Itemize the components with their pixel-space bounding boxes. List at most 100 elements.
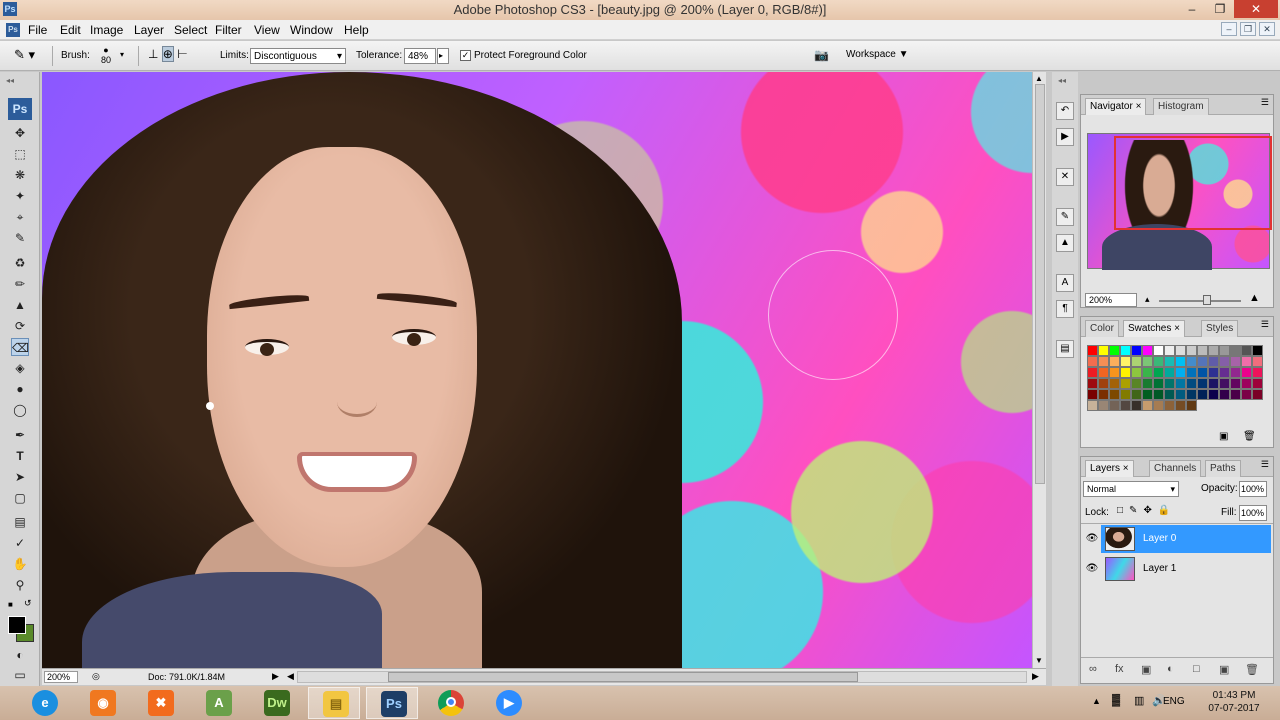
- brush-dropdown-arrow-icon[interactable]: ▾: [120, 50, 124, 59]
- swatch[interactable]: [1219, 389, 1230, 400]
- swatch[interactable]: [1230, 356, 1241, 367]
- canvas-horizontal-scrollbar[interactable]: [297, 671, 1027, 683]
- eye-icon[interactable]: 👁: [1085, 533, 1099, 545]
- swatch[interactable]: [1241, 389, 1252, 400]
- history-brush-tool-icon[interactable]: ⟳: [11, 317, 29, 335]
- taskbar-dreamweaver[interactable]: Dw: [250, 687, 302, 719]
- swatch[interactable]: [1208, 345, 1219, 356]
- swatch[interactable]: [1098, 356, 1109, 367]
- swatch[interactable]: [1153, 400, 1164, 411]
- swatch[interactable]: [1087, 356, 1098, 367]
- tab-channels[interactable]: Channels: [1149, 460, 1202, 477]
- menu-view[interactable]: View: [254, 23, 280, 37]
- taskbar-camera-app[interactable]: ◉: [76, 687, 128, 719]
- type-tool-icon[interactable]: T: [11, 447, 29, 465]
- swatch[interactable]: [1252, 345, 1263, 356]
- swap-colors-icon[interactable]: ↺: [24, 598, 32, 609]
- pen-tool-icon[interactable]: ✒: [11, 426, 29, 444]
- zoom-field[interactable]: 200%: [44, 671, 78, 683]
- swatch[interactable]: [1153, 356, 1164, 367]
- swatch[interactable]: [1109, 345, 1120, 356]
- swatch[interactable]: [1087, 400, 1098, 411]
- swatch[interactable]: [1175, 378, 1186, 389]
- language-indicator[interactable]: ENG: [1163, 696, 1185, 707]
- delete-swatch-icon[interactable]: 🗑: [1243, 431, 1256, 442]
- hscroll-thumb[interactable]: [388, 672, 858, 682]
- swatch[interactable]: [1175, 345, 1186, 356]
- taskbar-chrome[interactable]: [424, 687, 476, 719]
- swatch[interactable]: [1153, 367, 1164, 378]
- hand-tool-icon[interactable]: ✋: [11, 555, 29, 573]
- close-icon[interactable]: ×: [1123, 463, 1129, 474]
- healing-brush-tool-icon[interactable]: ♻: [11, 254, 29, 272]
- brushes-panel-icon[interactable]: ✎: [1056, 208, 1074, 226]
- history-panel-icon[interactable]: ↶: [1056, 102, 1074, 120]
- layer-row-0[interactable]: Layer 0: [1101, 525, 1271, 553]
- blend-mode-select[interactable]: Normal ▾: [1083, 481, 1179, 497]
- tab-color[interactable]: Color: [1085, 320, 1119, 337]
- character-panel-icon[interactable]: A: [1056, 274, 1074, 292]
- sampling-continuous-icon[interactable]: ⊥: [148, 47, 158, 61]
- swatch[interactable]: [1120, 400, 1131, 411]
- menu-select[interactable]: Select: [174, 23, 207, 37]
- system-clock[interactable]: 01:43 PM 07-07-2017: [1194, 689, 1274, 715]
- foreground-color-swatch[interactable]: [8, 616, 26, 634]
- swatch[interactable]: [1164, 367, 1175, 378]
- adjustment-layer-icon[interactable]: ◐: [1167, 663, 1174, 675]
- swatch[interactable]: [1153, 389, 1164, 400]
- swatch[interactable]: [1197, 345, 1208, 356]
- layer-comps-panel-icon[interactable]: ▤: [1056, 340, 1074, 358]
- tolerance-slider-button[interactable]: ▸: [437, 48, 449, 64]
- swatch[interactable]: [1230, 367, 1241, 378]
- document-icon[interactable]: Ps: [6, 23, 20, 37]
- swatch[interactable]: [1241, 378, 1252, 389]
- swatch[interactable]: [1230, 389, 1241, 400]
- move-tool-icon[interactable]: ✥: [11, 124, 29, 142]
- swatch[interactable]: [1098, 378, 1109, 389]
- tab-layers[interactable]: Layers ×: [1085, 460, 1134, 477]
- taskbar-zoom[interactable]: ▶: [482, 687, 534, 719]
- new-group-icon[interactable]: □: [1193, 663, 1200, 675]
- brush-tool-icon[interactable]: ✏: [11, 275, 29, 293]
- swatch[interactable]: [1208, 389, 1219, 400]
- swatch[interactable]: [1208, 367, 1219, 378]
- swatch[interactable]: [1109, 400, 1120, 411]
- menu-edit[interactable]: Edit: [60, 23, 81, 37]
- swatch[interactable]: [1164, 400, 1175, 411]
- paint-bucket-tool-icon[interactable]: ◈: [11, 359, 29, 377]
- layer-style-icon[interactable]: fx: [1115, 663, 1124, 675]
- navigator-view-box[interactable]: [1114, 136, 1272, 230]
- power-icon[interactable]: ▥: [1134, 694, 1144, 707]
- menu-filter[interactable]: Filter: [215, 23, 242, 37]
- zoom-in-icon[interactable]: ▲: [1249, 292, 1260, 304]
- swatch[interactable]: [1120, 356, 1131, 367]
- swatch[interactable]: [1164, 356, 1175, 367]
- doc-close-button[interactable]: ✕: [1259, 22, 1275, 36]
- scroll-thumb[interactable]: [1035, 84, 1045, 484]
- delete-layer-icon[interactable]: 🗑: [1245, 663, 1259, 676]
- close-icon[interactable]: ×: [1174, 323, 1180, 334]
- taskbar-android-studio[interactable]: A: [192, 687, 244, 719]
- swatch[interactable]: [1164, 389, 1175, 400]
- swatch[interactable]: [1153, 345, 1164, 356]
- tool-presets-panel-icon[interactable]: ✕: [1056, 168, 1074, 186]
- menu-help[interactable]: Help: [344, 23, 369, 37]
- doc-minimize-button[interactable]: –: [1221, 22, 1237, 36]
- panel-menu-icon[interactable]: ☰: [1261, 319, 1269, 330]
- swatch[interactable]: [1098, 400, 1109, 411]
- swatch[interactable]: [1164, 345, 1175, 356]
- swatch[interactable]: [1142, 345, 1153, 356]
- status-menu-icon[interactable]: ▶: [272, 671, 279, 682]
- show-hidden-icons[interactable]: ▲: [1092, 696, 1101, 706]
- swatch[interactable]: [1208, 356, 1219, 367]
- swatch[interactable]: [1175, 400, 1186, 411]
- swatch[interactable]: [1197, 356, 1208, 367]
- fill-input[interactable]: 100%: [1239, 505, 1267, 521]
- clone-stamp-tool-icon[interactable]: ▲: [11, 296, 29, 314]
- file-browser-button[interactable]: 📷: [814, 48, 834, 64]
- swatch[interactable]: [1186, 345, 1197, 356]
- path-select-tool-icon[interactable]: ➤: [11, 468, 29, 486]
- swatch[interactable]: [1230, 345, 1241, 356]
- background-eraser-tool-icon[interactable]: ⌫: [11, 338, 29, 356]
- panel-menu-icon[interactable]: ☰: [1261, 459, 1269, 470]
